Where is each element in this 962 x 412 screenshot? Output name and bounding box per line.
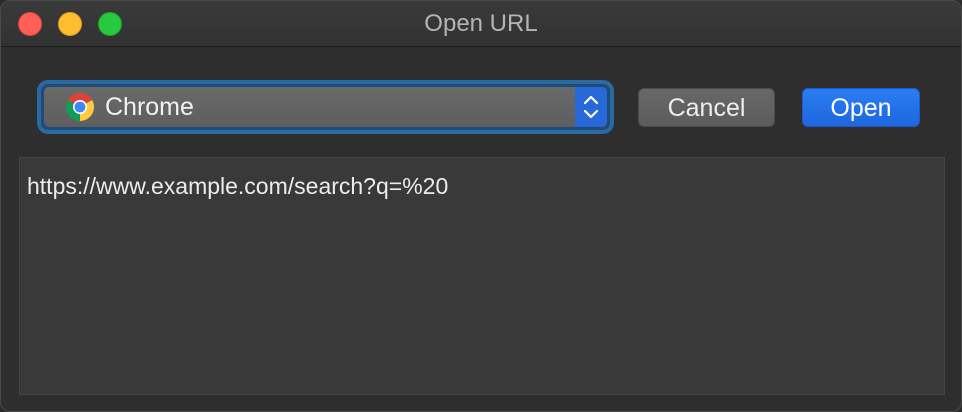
url-text-field[interactable] [19, 157, 945, 395]
browser-select-control[interactable]: Chrome [44, 87, 607, 127]
open-button[interactable]: Open [802, 88, 920, 127]
open-url-dialog: Open URL Chrome Cancel Open [0, 0, 962, 412]
dropdown-stepper[interactable] [575, 87, 607, 127]
browser-select-dropdown[interactable]: Chrome [37, 80, 614, 134]
cancel-button[interactable]: Cancel [638, 88, 775, 127]
selected-browser-label: Chrome [105, 93, 194, 121]
chrome-icon [66, 93, 94, 121]
title-bar: Open URL [1, 1, 961, 47]
window-title: Open URL [424, 10, 538, 37]
chevron-up-down-icon [583, 95, 599, 119]
